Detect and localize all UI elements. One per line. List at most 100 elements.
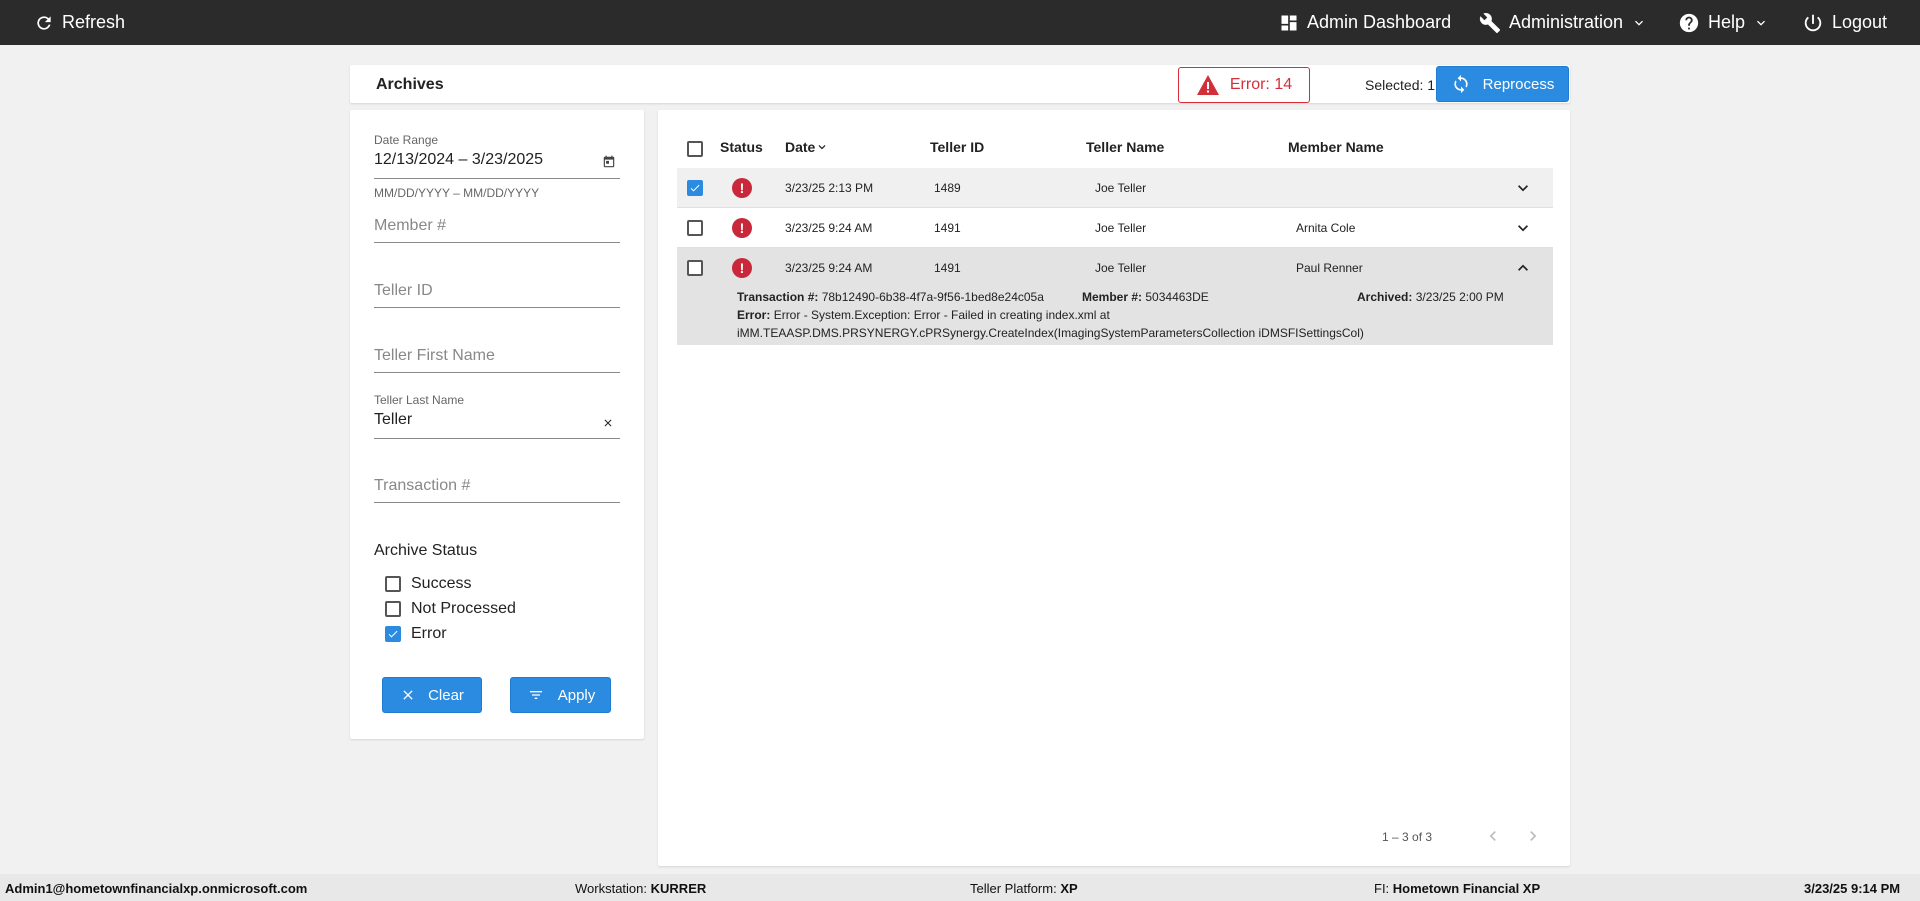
row-date: 3/23/25 9:24 AM (785, 261, 873, 275)
refresh-button[interactable]: Refresh (34, 0, 125, 45)
transaction-number-field[interactable]: Transaction # (374, 477, 620, 503)
administration-menu[interactable]: Administration (1479, 0, 1647, 45)
error-count-label: Error: 14 (1229, 76, 1293, 93)
teller-id-field[interactable]: Teller ID (374, 282, 620, 308)
row-member-name: Paul Renner (1296, 261, 1363, 275)
footer-user: Admin1@hometownfinancialxp.onmicrosoft.c… (5, 881, 308, 896)
chevron-down-icon (1757, 20, 1766, 26)
detail-archived: Archived: 3/23/25 2:00 PM (1357, 290, 1504, 304)
teller-id-placeholder: Teller ID (374, 282, 433, 299)
expand-chevron-down-icon[interactable] (1513, 178, 1533, 198)
column-header-status[interactable]: Status (720, 139, 763, 155)
sync-icon (1453, 74, 1468, 94)
table-row[interactable]: ! 3/23/25 2:13 PM 1489 Joe Teller (677, 168, 1553, 208)
row-checkbox[interactable] (687, 220, 703, 236)
administration-label: Administration (1509, 12, 1624, 32)
detail-error-line-1: Error: Error - System.Exception: Error -… (737, 308, 1110, 322)
power-icon (1804, 14, 1822, 31)
help-label: Help (1708, 12, 1746, 32)
dashboard-icon (1281, 15, 1297, 30)
calendar-icon[interactable] (602, 155, 616, 169)
status-footer: Admin1@hometownfinancialxp.onmicrosoft.c… (0, 874, 1920, 901)
footer-platform: Teller Platform: XP (970, 881, 1078, 896)
platform-label: Teller Platform: (970, 881, 1057, 896)
row-checkbox[interactable] (687, 180, 703, 196)
apply-label: Apply (557, 686, 596, 704)
detail-transaction: Transaction #: 78b12490-6b38-4f7a-9f56-1… (737, 290, 1044, 304)
pagination-range: 1 – 3 of 3 (1382, 830, 1433, 844)
error-status-icon: ! (732, 218, 752, 238)
status-option-error[interactable]: Error (385, 625, 447, 643)
reprocess-button[interactable]: Reprocess (1436, 66, 1569, 102)
filter-panel: Date Range 12/13/2024 – 3/23/2025 MM/DD/… (350, 110, 644, 739)
footer-datetime: 3/23/25 9:14 PM (1804, 881, 1901, 896)
row-detail-panel: Transaction #: 78b12490-6b38-4f7a-9f56-1… (677, 287, 1553, 345)
not-processed-checkbox[interactable] (385, 601, 401, 617)
date-range-label: Date Range (374, 133, 439, 147)
sort-desc-icon (818, 145, 826, 150)
teller-first-name-placeholder: Teller First Name (374, 347, 495, 364)
teller-last-name-value[interactable]: Teller (374, 411, 620, 429)
teller-first-name-field[interactable]: Teller First Name (374, 347, 620, 373)
error-status-icon: ! (732, 178, 752, 198)
teller-last-name-field[interactable]: Teller Last Name Teller (374, 393, 620, 439)
success-checkbox[interactable] (385, 576, 401, 592)
checkmark-icon (690, 184, 700, 192)
error-label: Error (411, 625, 447, 642)
help-menu[interactable]: Help (1678, 0, 1769, 45)
apply-button[interactable]: Apply (510, 677, 611, 713)
column-header-teller-id[interactable]: Teller ID (930, 139, 984, 155)
footer-workstation: Workstation: KURRER (575, 881, 706, 896)
error-detail-label: Error: (737, 308, 771, 322)
archived-label: Archived: (1357, 290, 1413, 304)
error-checkbox[interactable] (385, 626, 401, 642)
column-header-date[interactable]: Date (785, 139, 829, 155)
member-number-field[interactable]: Member # (374, 217, 620, 243)
date-header-label: Date (785, 139, 816, 155)
wrench-icon (1479, 12, 1501, 33)
help-icon (1679, 13, 1699, 32)
not-processed-label: Not Processed (411, 600, 516, 617)
fi-label: FI: (1374, 881, 1390, 896)
clear-label: Clear (428, 686, 464, 704)
chevron-down-icon (1635, 20, 1644, 26)
workstation-label: Workstation: (575, 881, 648, 896)
admin-dashboard-label: Admin Dashboard (1307, 12, 1452, 32)
clear-button[interactable]: Clear (382, 677, 482, 713)
admin-dashboard-link[interactable]: Admin Dashboard (1279, 0, 1451, 45)
warning-icon (1196, 75, 1219, 95)
table-row[interactable]: ! 3/23/25 9:24 AM 1491 Joe Teller Arnita… (677, 208, 1553, 248)
status-option-success[interactable]: Success (385, 575, 471, 593)
detail-member: Member #: 5034463DE (1082, 290, 1209, 304)
close-icon[interactable] (602, 417, 614, 429)
logout-button[interactable]: Logout (1802, 0, 1887, 45)
member-number-placeholder: Member # (374, 217, 447, 234)
row-teller-name: Joe Teller (1095, 181, 1147, 195)
select-all-checkbox[interactable] (687, 141, 703, 157)
prev-page-chevron-left-icon[interactable] (1483, 826, 1503, 846)
reprocess-label: Reprocess (1482, 75, 1555, 93)
fi-value: Hometown Financial XP (1392, 881, 1541, 896)
column-header-member-name[interactable]: Member Name (1288, 139, 1384, 155)
row-teller-name: Joe Teller (1095, 261, 1147, 275)
date-range-value[interactable]: 12/13/2024 – 3/23/2025 (374, 151, 620, 169)
date-range-field[interactable]: Date Range 12/13/2024 – 3/23/2025 (374, 133, 620, 179)
refresh-label: Refresh (62, 12, 126, 32)
collapse-chevron-up-icon[interactable] (1513, 258, 1533, 278)
member-value: 5034463DE (1145, 290, 1209, 304)
row-date: 3/23/25 9:24 AM (785, 221, 873, 235)
refresh-icon (37, 15, 51, 30)
error-count-badge[interactable]: Error: 14 (1178, 67, 1310, 103)
checkmark-icon (388, 630, 398, 638)
expand-chevron-down-icon[interactable] (1513, 218, 1533, 238)
close-icon (403, 690, 413, 700)
status-option-not-processed[interactable]: Not Processed (385, 600, 516, 618)
member-label: Member #: (1082, 290, 1143, 304)
column-header-teller-name[interactable]: Teller Name (1086, 139, 1164, 155)
row-checkbox[interactable] (687, 260, 703, 276)
archives-header: Archives Error: 14 Selected: 1 Reprocess (350, 65, 1570, 103)
platform-value: XP (1060, 881, 1078, 896)
archive-status-title: Archive Status (374, 542, 478, 559)
next-page-chevron-right-icon[interactable] (1523, 826, 1543, 846)
table-row[interactable]: ! 3/23/25 9:24 AM 1491 Joe Teller Paul R… (677, 248, 1553, 288)
